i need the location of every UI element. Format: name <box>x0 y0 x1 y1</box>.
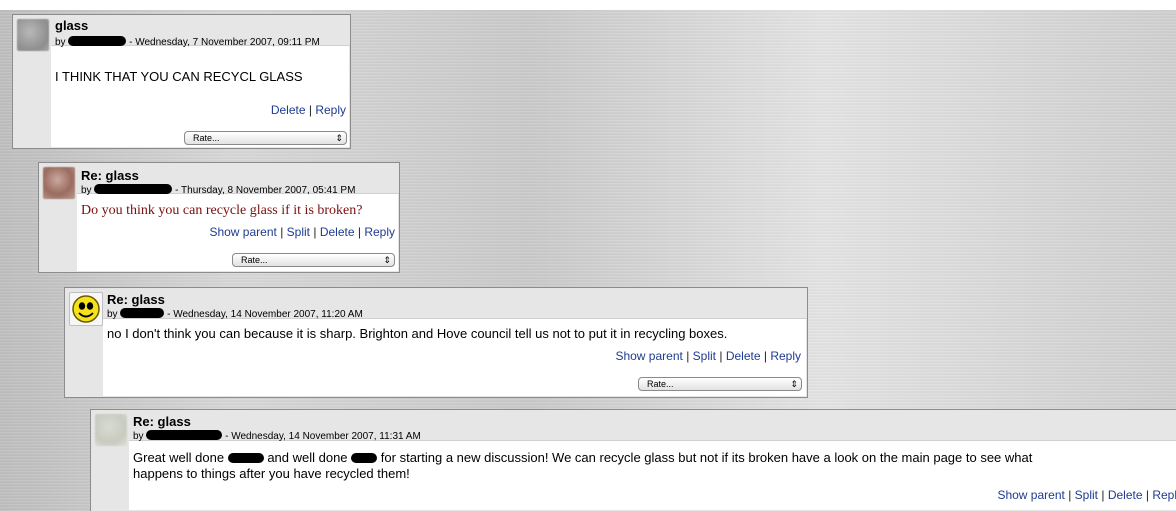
post-title: glass <box>55 18 89 33</box>
post-date: - Wednesday, 14 November 2007, 11:20 AM <box>167 309 363 320</box>
post-message: Great well done and well done for starti… <box>133 450 1032 465</box>
reply-link[interactable]: Reply <box>770 349 801 363</box>
delete-link[interactable]: Delete <box>320 225 355 239</box>
user-avatar[interactable] <box>95 414 127 446</box>
post-commands: Show parent | Split | Delete | Reply <box>209 225 395 239</box>
forum-post: Re: glass by - Wednesday, 14 November 20… <box>90 409 1176 511</box>
delete-link[interactable]: Delete <box>271 103 306 117</box>
by-label: by <box>133 431 144 442</box>
post-date: - Wednesday, 7 November 2007, 09:11 PM <box>129 37 320 48</box>
post-message: I THINK THAT YOU CAN RECYCL GLASS <box>55 69 303 84</box>
split-link[interactable]: Split <box>693 349 716 363</box>
delete-link[interactable]: Delete <box>726 349 761 363</box>
separator: | <box>313 225 317 239</box>
show-parent-link[interactable]: Show parent <box>615 349 682 363</box>
forum-post: Re: glass by - Thursday, 8 November 2007… <box>38 162 400 273</box>
show-parent-link[interactable]: Show parent <box>997 488 1064 502</box>
rate-select-value: Rate... <box>647 379 674 389</box>
rate-select[interactable]: Rate... ⇕ <box>232 253 395 267</box>
reply-link[interactable]: Repl <box>1152 488 1176 502</box>
redacted-author-name <box>94 184 173 194</box>
split-link[interactable]: Split <box>287 225 310 239</box>
separator: | <box>357 225 361 239</box>
redacted-name <box>227 453 264 463</box>
smiley-face-icon-graphic <box>72 295 100 323</box>
delete-link[interactable]: Delete <box>1108 488 1143 502</box>
message-text: for starting a new discussion! We can re… <box>380 450 1033 465</box>
split-link[interactable]: Split <box>1075 488 1098 502</box>
redacted-author-name <box>146 430 223 440</box>
redacted-author-name <box>120 308 165 318</box>
rate-select-value: Rate... <box>193 133 220 143</box>
separator: | <box>1101 488 1105 502</box>
separator: | <box>1068 488 1072 502</box>
post-date: - Thursday, 8 November 2007, 05:41 PM <box>175 185 356 196</box>
window-top-band <box>0 0 1176 10</box>
post-message: Do you think you can recycle glass if it… <box>81 203 363 218</box>
post-byline: by - Wednesday, 14 November 2007, 11:31 … <box>133 430 421 442</box>
message-text: Great well done <box>133 450 225 465</box>
forum-post: glass by - Wednesday, 7 November 2007, 0… <box>12 14 351 149</box>
reply-link[interactable]: Reply <box>364 225 395 239</box>
separator: | <box>1145 488 1149 502</box>
by-label: by <box>81 185 92 196</box>
post-commands: Delete | Reply <box>271 103 346 117</box>
select-arrows-icon: ⇕ <box>335 133 343 143</box>
rate-select[interactable]: Rate... ⇕ <box>638 377 802 391</box>
user-avatar[interactable] <box>17 19 49 51</box>
by-label: by <box>107 309 118 320</box>
redacted-author-name <box>68 36 127 46</box>
post-commands: Show parent | Split | Delete | Reply <box>615 349 801 363</box>
post-message-line-2: happens to things after you have recycle… <box>133 466 410 481</box>
post-title: Re: glass <box>107 292 165 307</box>
post-date: - Wednesday, 14 November 2007, 11:31 AM <box>225 431 421 442</box>
reply-link[interactable]: Reply <box>315 103 346 117</box>
message-text: and well done <box>267 450 348 465</box>
show-parent-link[interactable]: Show parent <box>209 225 276 239</box>
post-commands: Show parent | Split | Delete | Repl <box>997 488 1176 502</box>
redacted-name <box>351 453 378 463</box>
separator: | <box>280 225 284 239</box>
select-arrows-icon: ⇕ <box>790 379 798 389</box>
smiley-face-icon[interactable] <box>69 292 103 326</box>
rate-select[interactable]: Rate... ⇕ <box>184 131 347 145</box>
separator: | <box>686 349 690 363</box>
separator: | <box>763 349 767 363</box>
forum-post: Re: glass by - Wednesday, 14 November 20… <box>64 287 808 398</box>
post-byline: by - Wednesday, 7 November 2007, 09:11 P… <box>55 36 320 48</box>
post-title: Re: glass <box>133 414 191 429</box>
rate-select-value: Rate... <box>241 255 268 265</box>
post-title: Re: glass <box>81 168 139 183</box>
user-avatar[interactable] <box>43 167 75 199</box>
separator: | <box>308 103 312 117</box>
post-message: no I don't think you can because it is s… <box>107 326 728 341</box>
separator: | <box>719 349 723 363</box>
post-byline: by - Thursday, 8 November 2007, 05:41 PM <box>81 184 355 196</box>
by-label: by <box>55 37 66 48</box>
post-byline: by - Wednesday, 14 November 2007, 11:20 … <box>107 308 363 320</box>
select-arrows-icon: ⇕ <box>383 255 391 265</box>
